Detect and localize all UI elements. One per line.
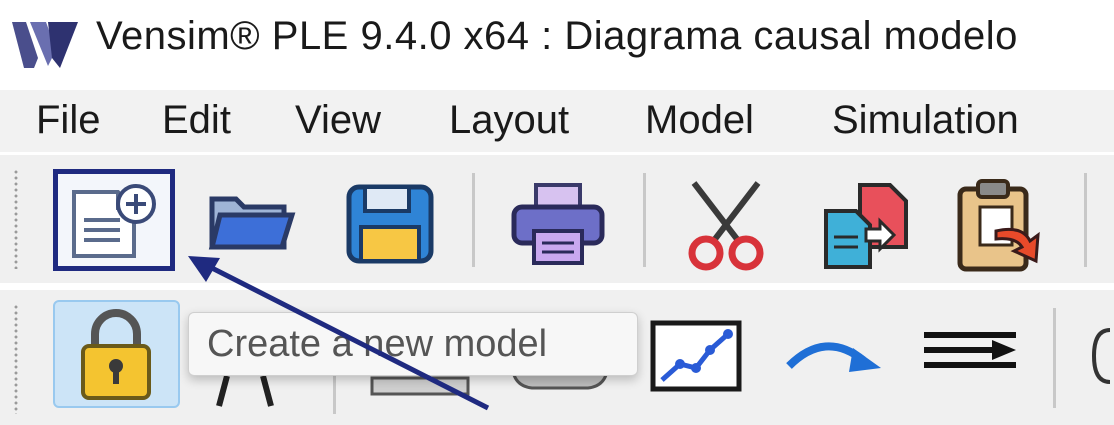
paste-icon — [957, 179, 1040, 272]
menu-edit[interactable]: Edit — [162, 98, 231, 143]
copy-button[interactable] — [820, 181, 912, 271]
menu-bar: File Edit View Layout Model Simulation — [0, 90, 1114, 152]
box-variable-button[interactable] — [370, 376, 470, 396]
copy-icon — [824, 183, 908, 269]
toolbar-separator — [472, 173, 475, 267]
lock-icon — [81, 309, 151, 400]
toolbar-separator — [643, 173, 646, 267]
title-bar: Vensim® PLE 9.4.0 x64 : Diagrama causal … — [0, 0, 1114, 88]
open-folder-icon — [208, 196, 296, 250]
variable-button[interactable] — [215, 372, 275, 410]
toolbar-separator — [333, 370, 336, 414]
save-button[interactable] — [345, 183, 435, 265]
menu-view[interactable]: View — [295, 98, 381, 143]
cut-icon — [688, 181, 764, 271]
flow-button[interactable] — [922, 330, 1018, 370]
arrow-icon — [786, 342, 881, 372]
comment-button[interactable] — [1090, 326, 1112, 386]
main-toolbar — [0, 155, 1114, 283]
toolbar-grip[interactable] — [14, 169, 18, 269]
print-button[interactable] — [510, 181, 606, 267]
menu-simulation[interactable]: Simulation — [832, 98, 1019, 143]
cut-button[interactable] — [680, 177, 772, 273]
toolbar-separator — [1053, 308, 1056, 408]
flow-icon — [924, 332, 1016, 368]
save-icon — [346, 184, 434, 264]
open-model-button[interactable] — [206, 185, 296, 257]
menu-layout[interactable]: Layout — [449, 98, 569, 143]
lock-sketch-button[interactable] — [53, 300, 180, 408]
variable-icon — [216, 375, 274, 407]
new-model-icon — [72, 184, 156, 258]
toolbar-grip[interactable] — [14, 304, 18, 414]
window-title: Vensim® PLE 9.4.0 x64 : Diagrama causal … — [96, 14, 1018, 58]
menu-file[interactable]: File — [36, 98, 100, 143]
comment-icon — [1091, 328, 1111, 384]
graph-lookup-button[interactable] — [650, 320, 742, 392]
arrow-button[interactable] — [785, 330, 885, 374]
graph-lookup-icon — [650, 320, 742, 392]
new-model-button[interactable] — [53, 169, 175, 271]
print-icon — [511, 183, 605, 265]
menu-model[interactable]: Model — [645, 98, 754, 143]
vensim-logo-icon — [12, 22, 78, 68]
tooltip: Create a new model — [188, 312, 638, 376]
toolbar-separator — [1084, 173, 1087, 267]
paste-button[interactable] — [952, 177, 1052, 273]
box-variable-icon — [370, 376, 470, 396]
